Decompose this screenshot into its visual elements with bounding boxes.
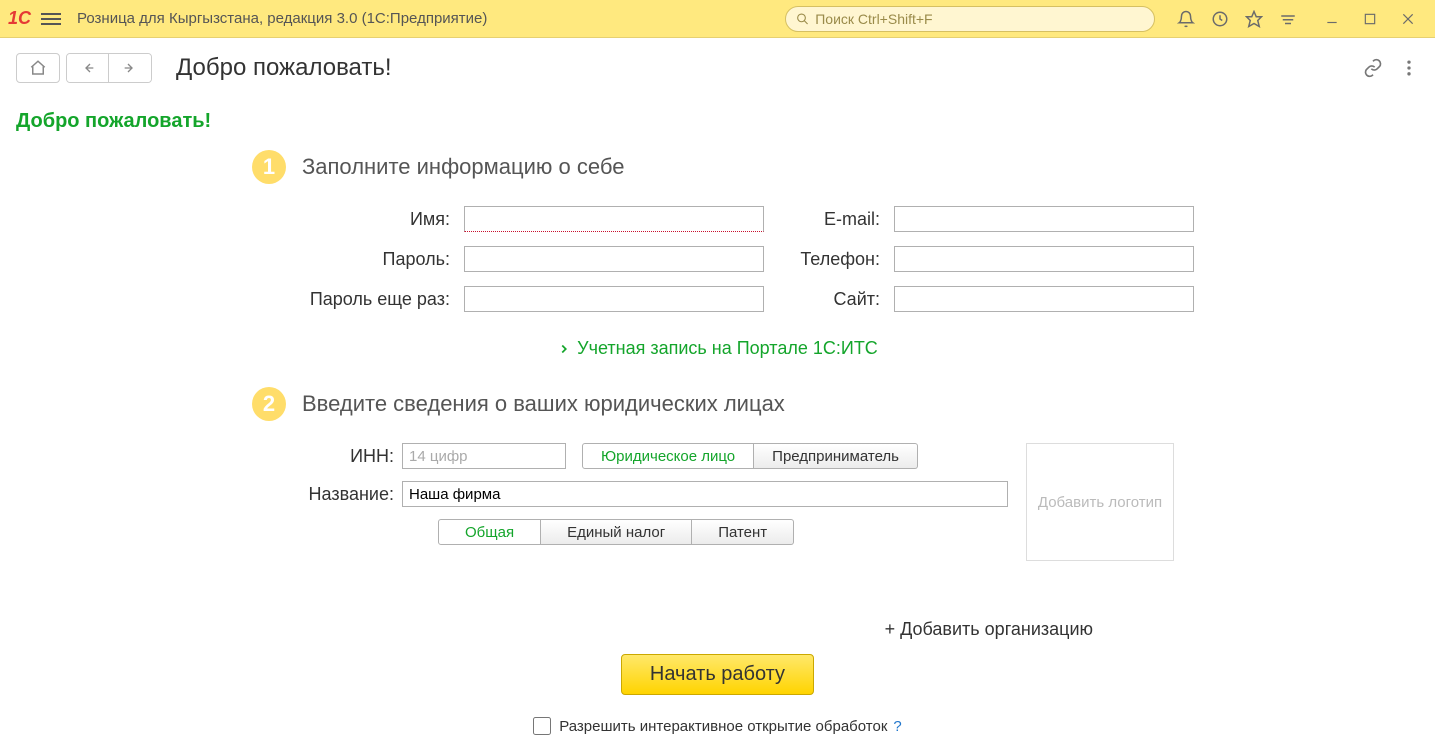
- link-icon[interactable]: [1359, 54, 1387, 82]
- tax-single-button[interactable]: Единый налог: [541, 519, 692, 545]
- titlebar: 1C Розница для Кыргызстана, редакция 3.0…: [0, 0, 1435, 38]
- add-organization-row: + Добавить организацию: [40, 619, 1093, 640]
- tax-general-button[interactable]: Общая: [438, 519, 541, 545]
- page-toolbar: Добро пожаловать!: [0, 46, 1435, 90]
- forward-button[interactable]: [109, 54, 151, 82]
- add-organization-button[interactable]: + Добавить организацию: [885, 619, 1093, 639]
- menu-lines-icon[interactable]: [1275, 6, 1301, 32]
- maximize-icon[interactable]: [1357, 6, 1383, 32]
- hamburger-icon[interactable]: [41, 10, 61, 28]
- step-1-title: Заполните информацию о себе: [302, 154, 624, 180]
- app-title: Розница для Кыргызстана, редакция 3.0 (1…: [77, 10, 487, 27]
- email-field[interactable]: [894, 206, 1194, 232]
- allow-processing-checkbox[interactable]: [533, 717, 551, 735]
- name-field[interactable]: [464, 206, 764, 232]
- orgname-field[interactable]: [402, 481, 1008, 507]
- entity-type-toggle: Юридическое лицо Предприниматель: [582, 443, 918, 469]
- page-title: Добро пожаловать!: [176, 54, 392, 82]
- label-email: E-mail:: [774, 209, 884, 230]
- start-button[interactable]: Начать работу: [621, 654, 814, 695]
- step-1-header: 1 Заполните информацию о себе: [252, 150, 1395, 184]
- help-icon[interactable]: ?: [893, 718, 901, 735]
- label-phone: Телефон:: [774, 249, 884, 270]
- password-field[interactable]: [464, 246, 764, 272]
- arrow-right-icon: [122, 60, 138, 76]
- page-subtitle: Добро пожаловать!: [0, 90, 1435, 133]
- step-2-header: 2 Введите сведения о ваших юридических л…: [252, 387, 1395, 421]
- add-logo-box[interactable]: Добавить логотип: [1026, 443, 1174, 561]
- label-password: Пароль:: [294, 249, 454, 270]
- its-portal-link[interactable]: Учетная запись на Портале 1С:ИТС: [40, 338, 1395, 359]
- label-inn: ИНН:: [294, 446, 394, 467]
- global-search[interactable]: [785, 6, 1155, 32]
- step-2-badge: 2: [252, 387, 286, 421]
- app-logo-icon: 1C: [8, 8, 31, 29]
- label-name: Имя:: [294, 209, 454, 230]
- chevron-right-icon: [557, 342, 571, 356]
- step-2-title: Введите сведения о ваших юридических лиц…: [302, 391, 785, 417]
- search-icon: [796, 12, 809, 26]
- home-icon: [29, 59, 47, 77]
- back-button[interactable]: [67, 54, 109, 82]
- allow-processing-label: Разрешить интерактивное открытие обработ…: [559, 718, 887, 735]
- tax-patent-button[interactable]: Патент: [692, 519, 794, 545]
- entity-entrepreneur-button[interactable]: Предприниматель: [754, 443, 918, 469]
- search-input[interactable]: [815, 11, 1144, 27]
- star-icon[interactable]: [1241, 6, 1267, 32]
- home-button[interactable]: [16, 53, 60, 83]
- minimize-icon[interactable]: [1319, 6, 1345, 32]
- site-field[interactable]: [894, 286, 1194, 312]
- label-orgname: Название:: [294, 484, 394, 505]
- password2-field[interactable]: [464, 286, 764, 312]
- kebab-icon[interactable]: [1395, 54, 1423, 82]
- label-site: Сайт:: [774, 289, 884, 310]
- its-link-label: Учетная запись на Портале 1С:ИТС: [577, 338, 878, 359]
- history-icon[interactable]: [1207, 6, 1233, 32]
- arrow-left-icon: [80, 60, 96, 76]
- close-icon[interactable]: [1395, 6, 1421, 32]
- add-logo-label: Добавить логотип: [1038, 494, 1162, 511]
- tax-system-toggle: Общая Единый налог Патент: [438, 519, 794, 545]
- step-1-badge: 1: [252, 150, 286, 184]
- content-scroll[interactable]: 1 Заполните информацию о себе Имя: E-mai…: [0, 134, 1435, 754]
- inn-field[interactable]: [402, 443, 566, 469]
- bell-icon[interactable]: [1173, 6, 1199, 32]
- step-1-form: Имя: E-mail: Пароль: Телефон: Пароль еще…: [294, 206, 1395, 312]
- label-password2: Пароль еще раз:: [294, 289, 454, 310]
- allow-processing-row: Разрешить интерактивное открытие обработ…: [40, 717, 1395, 735]
- phone-field[interactable]: [894, 246, 1194, 272]
- entity-legal-button[interactable]: Юридическое лицо: [582, 443, 754, 469]
